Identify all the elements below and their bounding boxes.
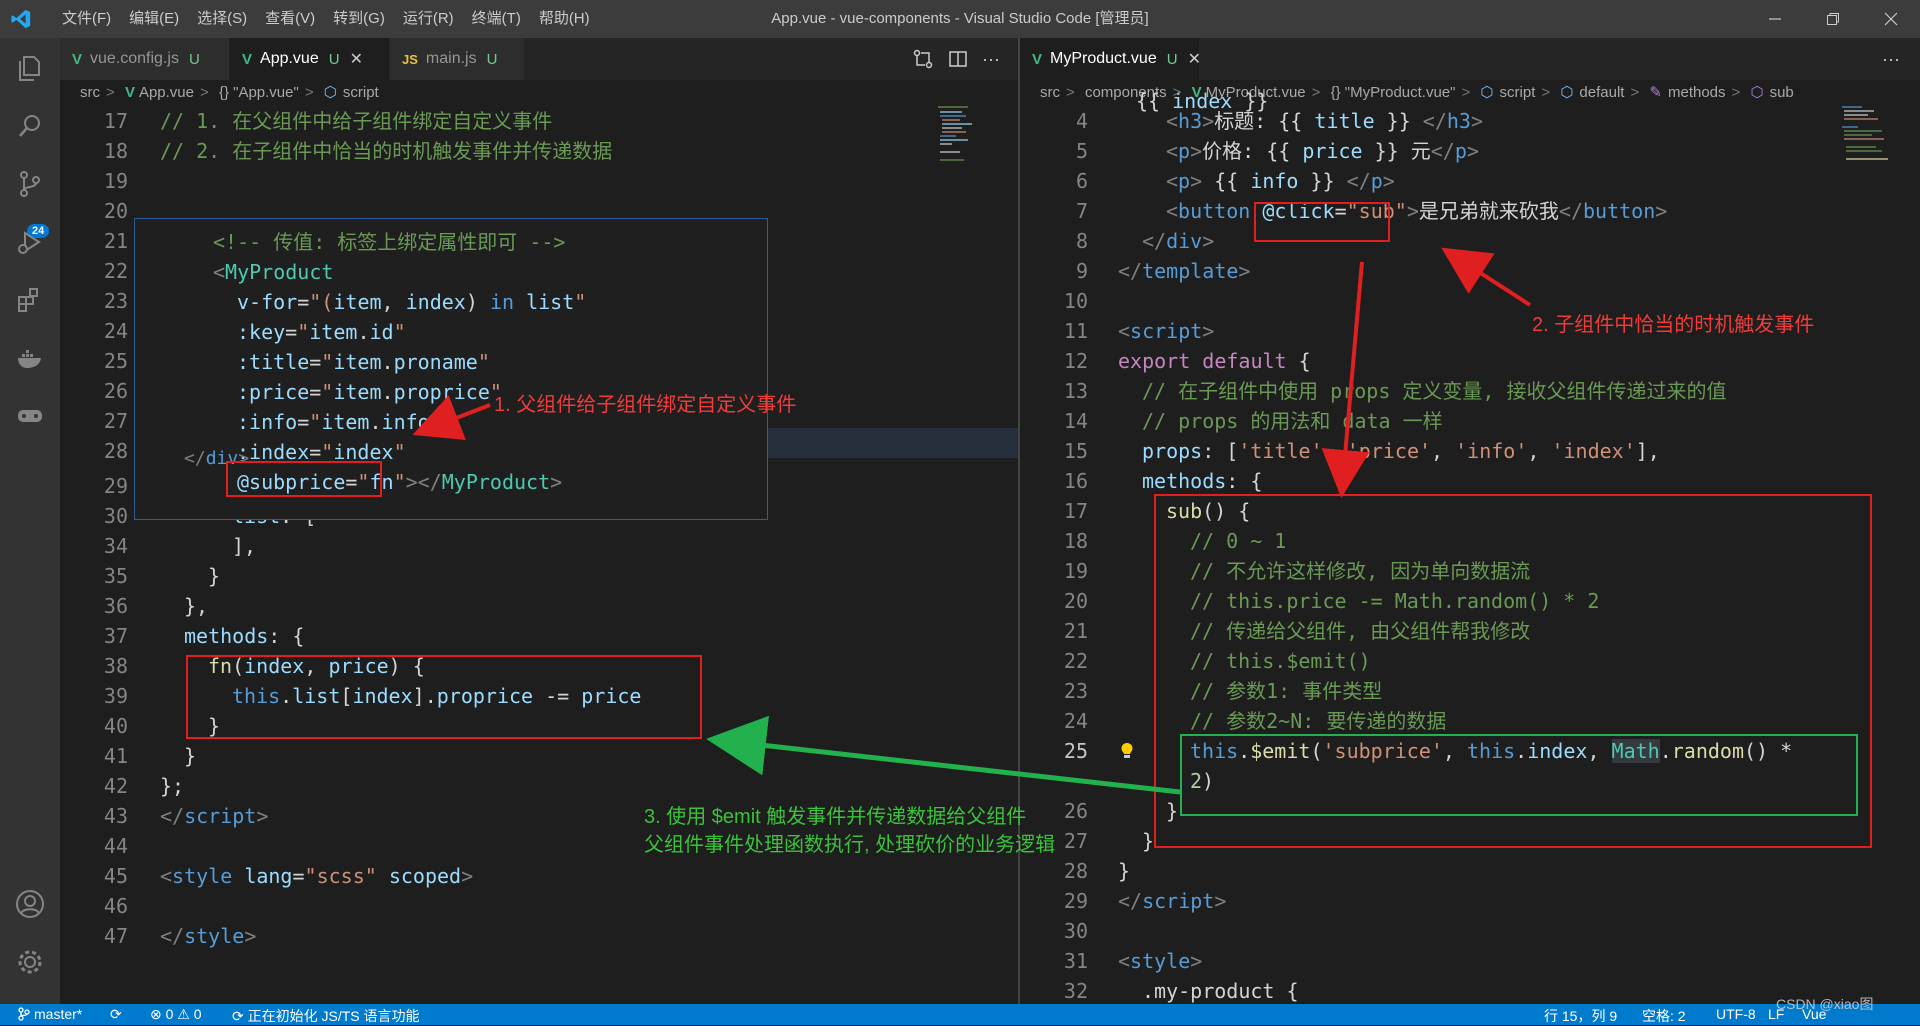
split-editor-icon[interactable]	[948, 49, 968, 69]
status-bar: master* ⟳ ⊗ 0 ⚠ 0 ⟳ 正在初始化 JS/TS 语言功能 行 1…	[0, 996, 1920, 1026]
source-control-icon[interactable]	[12, 166, 48, 202]
highlight-box-fn-method	[186, 655, 702, 739]
vue-file-icon: V	[1032, 50, 1043, 68]
annotation-3-line-2: 父组件事件处理函数执行, 处理砍价的业务逻辑	[644, 834, 1056, 856]
minimize-button[interactable]	[1746, 0, 1804, 38]
code-line: 47 </style>	[103, 924, 257, 948]
code-line: 30	[1063, 919, 1088, 943]
settings-gear-icon[interactable]	[12, 944, 48, 980]
menu-bar: 文件(F) 编辑(E) 选择(S) 查看(V) 转到(G) 运行(R) 终端(T…	[53, 0, 599, 38]
code-line: 5 <p>价格: {{ price }} 元</p>	[1075, 139, 1479, 163]
more-actions-icon[interactable]: ···	[982, 49, 1000, 70]
menu-run[interactable]: 运行(R)	[394, 0, 463, 38]
restore-button[interactable]	[1804, 0, 1862, 38]
code-line: 8 </div>	[1075, 229, 1215, 253]
title-bar: 文件(F) 编辑(E) 选择(S) 查看(V) 转到(G) 运行(R) 终端(T…	[0, 0, 1920, 38]
menu-selection[interactable]: 选择(S)	[188, 0, 256, 38]
activity-bar: 24	[0, 38, 60, 1004]
code-line: 46	[103, 894, 128, 918]
annotation-2: 2. 子组件中恰当的时机触发事件	[1532, 314, 1815, 336]
code-line: 14// props 的用法和 data 一样	[1063, 409, 1443, 433]
code-line: 17// 1. 在父组件中给子组件绑定自定义事件	[103, 109, 553, 133]
lightbulb-icon[interactable]	[1120, 742, 1134, 760]
js-file-icon: JS	[402, 51, 418, 67]
code-line: 4 <h3>标题: {{ title }} </h3>	[1075, 109, 1484, 133]
task-status: ⟳ 正在初始化 JS/TS 语言功能	[232, 1008, 420, 1024]
indentation-status[interactable]: 空格: 2	[1642, 1006, 1686, 1026]
more-actions-icon[interactable]: ···	[1882, 49, 1900, 70]
highlight-box-click-sub	[1254, 202, 1390, 242]
tab-bar-right: V MyProduct.vue U ✕ ···	[1020, 38, 1920, 80]
open-changes-icon[interactable]	[912, 48, 934, 70]
code-line: 6 <p> {{ info }} </p>	[1075, 169, 1395, 193]
problems-status[interactable]: ⊗ 0 ⚠ 0	[150, 1006, 202, 1023]
remote-explorer-icon[interactable]	[12, 398, 48, 434]
restore-icon	[1827, 13, 1839, 25]
minimize-icon	[1769, 18, 1781, 20]
tab-main-js[interactable]: JS main.js U	[390, 38, 525, 80]
code-line: 12 export default {	[1063, 349, 1311, 373]
menu-help[interactable]: 帮助(H)	[530, 0, 599, 38]
menu-terminal[interactable]: 终端(T)	[463, 0, 530, 38]
close-icon	[1884, 12, 1898, 26]
code-line: 15 props: ['title', 'price', 'info', 'ind…	[1063, 439, 1660, 463]
run-debug-icon[interactable]	[12, 224, 48, 260]
cursor-position[interactable]: 行 15，列 9	[1544, 1006, 1617, 1026]
encoding-status[interactable]: UTF-8	[1716, 1006, 1756, 1022]
watermark: CSDN @xiao图	[1776, 996, 1874, 1012]
code-line: 42};	[103, 774, 185, 798]
code-line: 28}	[1063, 859, 1131, 883]
vue-file-icon: V	[72, 50, 83, 68]
vue-file-icon: V	[242, 50, 253, 68]
breadcrumb-left: src > V App.vue > {} "App.vue" > ⬡ script	[80, 84, 379, 101]
close-tab-icon[interactable]: ✕	[1188, 49, 1201, 69]
code-line: 36},	[103, 594, 209, 618]
window-controls	[1746, 0, 1920, 38]
vue-file-icon: V	[124, 84, 135, 101]
code-line: 35}	[103, 564, 221, 588]
editor-actions-right: ···	[1882, 38, 1900, 80]
code-line: 29 </script>	[1063, 889, 1227, 913]
search-icon[interactable]	[12, 108, 48, 144]
tab-app-vue[interactable]: V App.vue U ✕	[230, 38, 390, 80]
menu-view[interactable]: 查看(V)	[256, 0, 324, 38]
code-line: 45 <style lang="scss" scoped>	[103, 864, 474, 888]
code-line: 7 <button @click="sub">是兄弟就来砍我</button>	[1075, 199, 1668, 223]
tab-myproduct-vue[interactable]: V MyProduct.vue U ✕	[1020, 38, 1201, 80]
symbol-module-icon: ⬡	[323, 84, 337, 101]
sync-icon[interactable]: ⟳	[110, 1006, 122, 1023]
code-line: 16 methods: {	[1063, 469, 1263, 493]
code-line: 13// 在子组件中使用 props 定义变量, 接收父组件传递过来的值	[1063, 379, 1727, 403]
highlight-box-subprice	[226, 461, 382, 497]
account-icon[interactable]	[12, 886, 48, 922]
menu-file[interactable]: 文件(F)	[53, 0, 120, 38]
code-line: 31 <style>	[1063, 949, 1203, 973]
menu-go[interactable]: 转到(G)	[324, 0, 394, 38]
annotation-1: 1. 父组件给子组件绑定自定义事件	[494, 394, 797, 416]
tab-bar-left: Vvue.config.js U V App.vue U ✕ JS main.js U ··…	[60, 38, 1018, 80]
editor-actions-left: ···	[912, 38, 1000, 80]
code-editor-left[interactable]: 17// 1. 在父组件中给子组件绑定自定义事件 18// 2. 在子组件中恰当…	[60, 106, 1018, 1004]
close-tab-icon[interactable]: ✕	[350, 49, 363, 69]
code-line: 19	[103, 169, 128, 193]
code-line: 34],	[103, 534, 257, 558]
branch-status[interactable]: master*	[18, 1006, 82, 1022]
code-line: 9 </template>	[1075, 259, 1251, 283]
extensions-icon[interactable]	[12, 282, 48, 318]
tab-vue-config[interactable]: Vvue.config.js U	[60, 38, 230, 80]
annotation-3-line-1: 3. 使用 $emit 触发事件并传递数据给父组件	[644, 806, 1027, 828]
highlight-box-emit-call	[1180, 734, 1858, 816]
editor-group-right: V MyProduct.vue U ✕ ··· src > components > VM…	[1020, 38, 1920, 1004]
vscode-logo-icon	[11, 9, 31, 29]
editor-group-left: Vvue.config.js U V App.vue U ✕ JS main.js U ··…	[60, 38, 1018, 1004]
close-window-button[interactable]	[1862, 0, 1920, 38]
code-line: 37 methods: {	[103, 624, 305, 648]
code-editor-right[interactable]: {{ index }} 4 <h3>标题: {{ title }} </h3> 5…	[1020, 89, 1920, 1004]
menu-edit[interactable]: 编辑(E)	[120, 0, 188, 38]
git-branch-icon	[18, 1007, 30, 1021]
docker-icon[interactable]	[12, 340, 48, 376]
code-line: 41}	[103, 744, 197, 768]
explorer-icon[interactable]	[12, 50, 48, 86]
code-line: 18// 2. 在子组件中恰当的时机触发事件并传递数据	[103, 139, 613, 163]
